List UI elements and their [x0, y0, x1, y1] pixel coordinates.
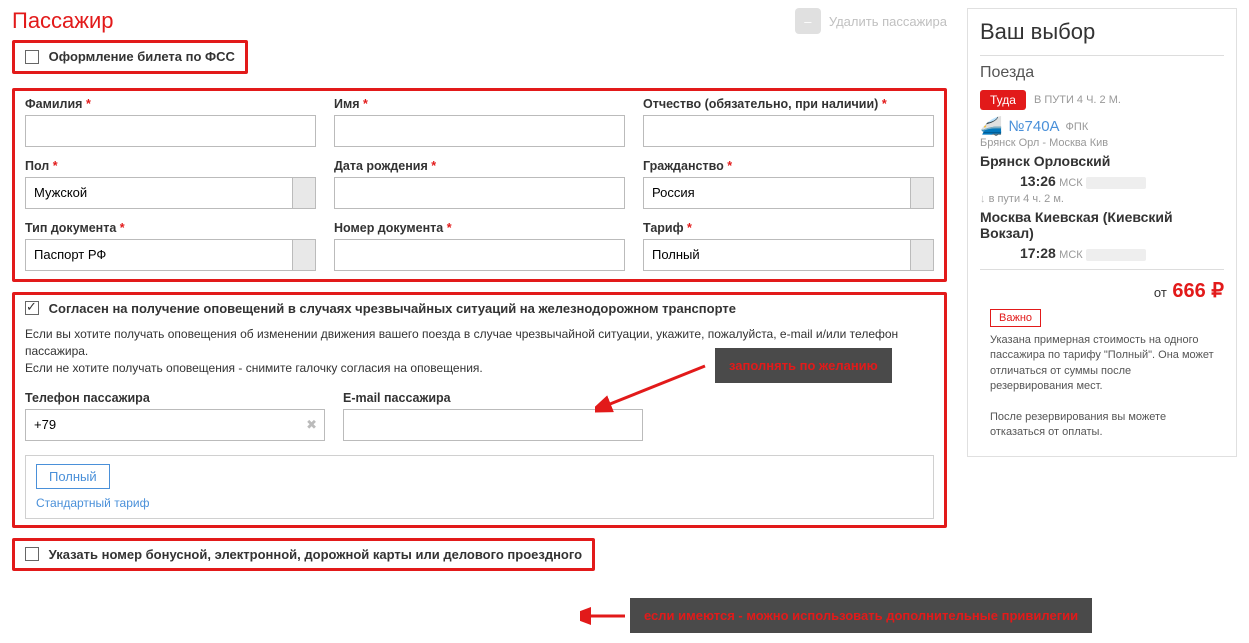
bonus-checkbox[interactable] — [25, 547, 39, 561]
fss-checkbox[interactable] — [25, 50, 39, 64]
train-icon: 🚄 — [980, 116, 1002, 137]
doctype-select[interactable] — [25, 239, 316, 271]
reserve-note: После резервирования вы можете отказатьс… — [990, 410, 1214, 441]
doctype-label: Тип документа * — [25, 221, 316, 235]
lastname-input[interactable] — [25, 115, 316, 147]
gender-label: Пол * — [25, 159, 316, 173]
date-placeholder — [1086, 177, 1146, 189]
phone-input[interactable] — [25, 409, 325, 441]
firstname-label: Имя * — [334, 97, 625, 111]
price: от 666 ₽ — [980, 278, 1224, 303]
bonus-label: Указать номер бонусной, электронной, дор… — [49, 547, 582, 562]
price-note: Указана примерная стоимость на одного па… — [990, 333, 1214, 395]
passenger-title: Пассажир — [12, 8, 114, 34]
clear-icon[interactable]: ✖ — [306, 417, 317, 433]
tariff-link[interactable]: Стандартный тариф — [36, 496, 149, 510]
travel-time: В ПУТИ 4 Ч. 2 М. — [1034, 94, 1121, 106]
citizenship-select[interactable] — [643, 177, 934, 209]
arrow-icon — [580, 606, 630, 626]
tariff-summary: Полный Стандартный тариф — [25, 455, 934, 519]
notify-checkbox[interactable] — [25, 301, 39, 315]
docnum-label: Номер документа * — [334, 221, 625, 235]
phone-label: Телефон пассажира — [25, 391, 325, 405]
train-number[interactable]: №740А — [1008, 118, 1059, 135]
firstname-input[interactable] — [334, 115, 625, 147]
delete-passenger[interactable]: – Удалить пассажира — [795, 8, 947, 34]
side-subtitle: Поезда — [980, 64, 1224, 82]
notify-label: Согласен на получение оповещений в случа… — [49, 301, 736, 316]
tariff-button[interactable]: Полный — [36, 464, 110, 489]
to-station: Москва Киевская (Киевский Вокзал) — [980, 209, 1224, 241]
route-text: Брянск Орл - Москва Кив — [980, 137, 1224, 149]
from-station: Брянск Орловский — [980, 153, 1224, 169]
patronymic-label: Отчество (обязательно, при наличии) * — [643, 97, 934, 111]
to-time: 17:28 — [1020, 245, 1056, 261]
important-badge: Важно — [990, 309, 1041, 327]
arrow-down-icon: ↓ — [980, 193, 986, 205]
gender-select[interactable] — [25, 177, 316, 209]
fss-label: Оформление билета по ФСС — [49, 49, 235, 64]
dob-input[interactable] — [334, 177, 625, 209]
tariff-label: Тариф * — [643, 221, 934, 235]
direction-badge: Туда — [980, 90, 1026, 110]
carrier: ФПК — [1066, 121, 1089, 133]
citizenship-label: Гражданство * — [643, 159, 934, 173]
docnum-input[interactable] — [334, 239, 625, 271]
from-time: 13:26 — [1020, 173, 1056, 189]
date-placeholder — [1086, 249, 1146, 261]
delete-label: Удалить пассажира — [829, 14, 947, 29]
tariff-select[interactable] — [643, 239, 934, 271]
minus-icon: – — [795, 8, 821, 34]
arrow-icon — [595, 356, 715, 416]
dob-label: Дата рождения * — [334, 159, 625, 173]
lastname-label: Фамилия * — [25, 97, 316, 111]
annotation-optional: заполнять по желанию — [715, 348, 892, 383]
side-title: Ваш выбор — [980, 19, 1224, 45]
annotation-bonus: если имеются - можно использовать дополн… — [580, 598, 1092, 633]
patronymic-input[interactable] — [643, 115, 934, 147]
